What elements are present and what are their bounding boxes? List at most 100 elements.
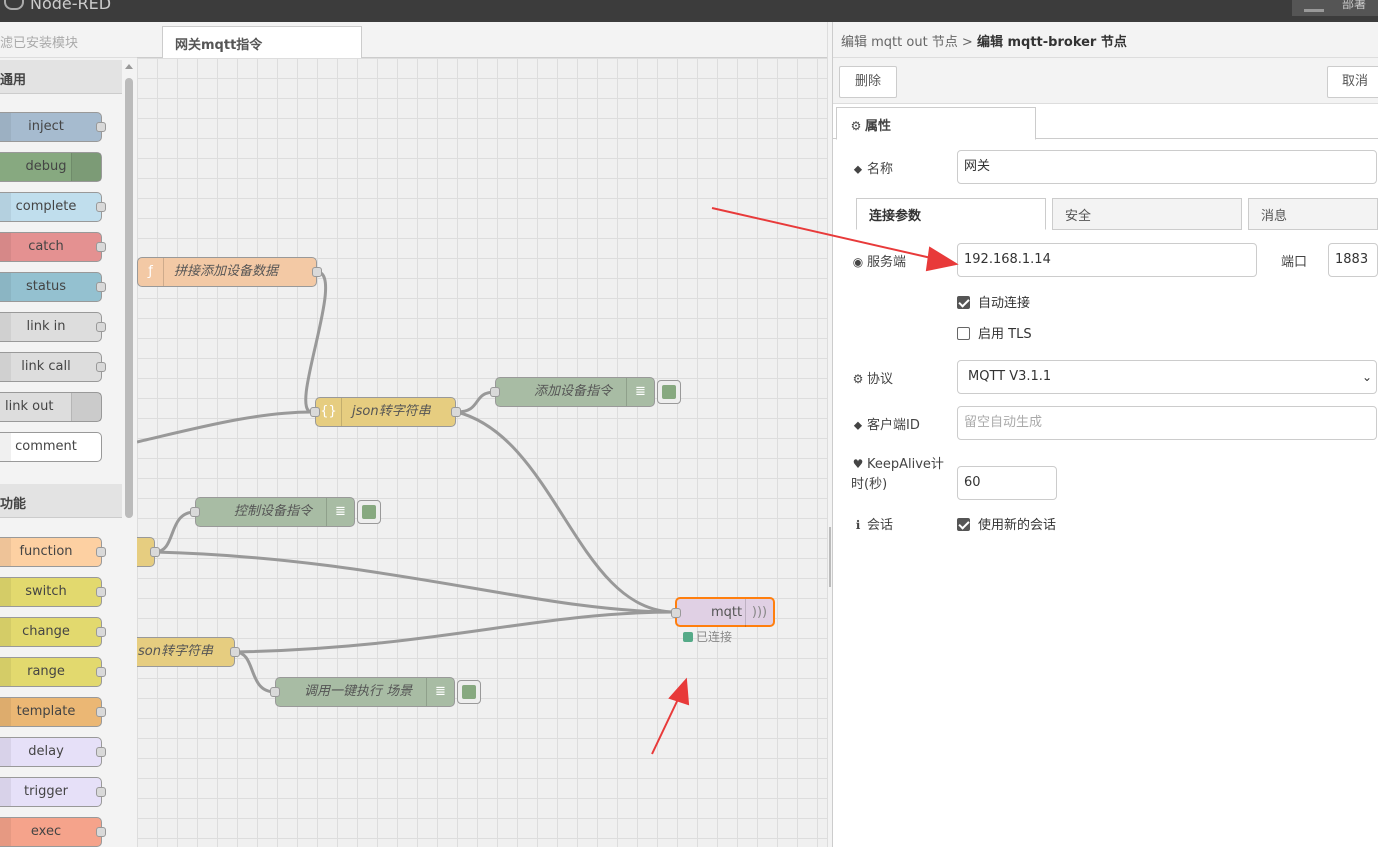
checkbox-label: 自动连接 xyxy=(978,296,1031,311)
input-port[interactable] xyxy=(270,687,280,697)
protocol-select[interactable]: MQTT V3.1.1 ⌄ xyxy=(957,360,1377,394)
complete-icon xyxy=(0,193,11,221)
debug-toggle-button[interactable] xyxy=(457,680,481,704)
inject-icon xyxy=(0,113,11,141)
palette-node-delay[interactable]: delay xyxy=(0,737,106,767)
node-label: range xyxy=(27,664,65,679)
palette-node-exec[interactable]: exec xyxy=(0,817,106,847)
input-port[interactable] xyxy=(190,507,200,517)
palette-node-function[interactable]: function xyxy=(0,537,106,567)
checkbox-checked-icon[interactable] xyxy=(957,296,970,309)
label-text: 服务端 xyxy=(867,255,907,270)
tab-security[interactable]: 安全 xyxy=(1052,198,1242,230)
trigger-icon xyxy=(0,778,11,806)
scroll-up-icon[interactable] xyxy=(125,64,133,69)
palette-category-function[interactable]: 功能 xyxy=(0,484,122,518)
output-port xyxy=(96,787,106,797)
breadcrumb-parent[interactable]: 编辑 mqtt out 节点 > xyxy=(841,35,973,50)
resize-grip-icon xyxy=(829,527,831,587)
node-label: function xyxy=(19,544,73,559)
keepalive-input[interactable]: 60 xyxy=(957,466,1057,500)
breadcrumb-current: 编辑 mqtt-broker 节点 xyxy=(976,35,1127,50)
output-port[interactable] xyxy=(312,267,322,277)
checkbox-unchecked-icon[interactable] xyxy=(957,327,970,340)
palette-node-change[interactable]: change xyxy=(0,617,106,647)
node-label: template xyxy=(16,704,76,719)
output-port[interactable] xyxy=(230,647,240,657)
globe-icon: ◉ xyxy=(852,255,864,269)
function-icon xyxy=(0,538,11,566)
debug-list-icon: ≣ xyxy=(426,678,454,706)
input-port[interactable] xyxy=(490,387,500,397)
node-label: change xyxy=(22,624,70,639)
template-icon xyxy=(0,698,11,726)
input-port[interactable] xyxy=(671,608,681,618)
output-port xyxy=(96,627,106,637)
tab-connection[interactable]: 连接参数 xyxy=(856,198,1046,230)
palette-node-trigger[interactable]: trigger xyxy=(0,777,106,807)
debug-toggle-button[interactable] xyxy=(657,380,681,404)
palette-node-inject[interactable]: inject xyxy=(0,112,106,142)
wire xyxy=(234,650,276,694)
debug-toggle-button[interactable] xyxy=(357,500,381,524)
tab-messages[interactable]: 消息 xyxy=(1248,198,1378,230)
output-port[interactable] xyxy=(150,547,160,557)
output-port[interactable] xyxy=(451,407,461,417)
tab-properties[interactable]: ⚙ 属性 xyxy=(836,107,1036,140)
palette-filter-input[interactable]: 滤已安装模块 xyxy=(0,22,137,58)
delay-icon xyxy=(0,738,11,766)
wire xyxy=(154,550,676,614)
flow-node-switch-partial[interactable] xyxy=(137,537,160,567)
scrollbar-thumb[interactable] xyxy=(125,78,133,518)
palette-node-status[interactable]: status xyxy=(0,272,106,302)
palette-node-template[interactable]: template xyxy=(0,697,106,727)
palette-scrollbar[interactable] xyxy=(122,58,137,847)
node-label: exec xyxy=(30,824,62,839)
clean-session-checkbox[interactable]: 使用新的会话 xyxy=(957,514,1056,533)
client-id-label: ⬥ 客户端ID xyxy=(851,414,920,433)
flow-node-debug-add[interactable]: 添加设备指令 ≣ xyxy=(490,377,681,407)
palette-node-link-call[interactable]: link call xyxy=(0,352,106,382)
cog-icon: ⚙ xyxy=(852,372,864,386)
palette-category-common[interactable]: 通用 xyxy=(0,60,122,94)
client-id-input[interactable]: 留空自动生成 xyxy=(957,406,1377,440)
node-label: link out xyxy=(5,399,54,414)
node-label: trigger xyxy=(24,784,68,799)
app-title: Node-RED xyxy=(30,0,112,13)
flow-workspace[interactable]: ƒ 拼接添加设备数据 {} json转字符串 添加设备指令 ≣ 控制设备指令 ≣ xyxy=(137,58,827,847)
flow-node-json[interactable]: {} json转字符串 xyxy=(310,397,461,427)
palette-node-link-out[interactable]: link out xyxy=(0,392,102,422)
editor-tabs: ⚙ 属性 xyxy=(833,105,1378,140)
deploy-icon xyxy=(1304,2,1324,12)
flow-node-function[interactable]: ƒ 拼接添加设备数据 xyxy=(137,257,322,287)
port-input[interactable]: 1883 xyxy=(1328,243,1378,277)
name-input[interactable]: 网关 xyxy=(957,150,1377,184)
palette-node-debug[interactable]: debug xyxy=(0,152,102,182)
flow-node-json-2[interactable]: son转字符串 xyxy=(137,637,240,667)
link-in-icon xyxy=(0,313,11,341)
palette-node-catch[interactable]: catch xyxy=(0,232,106,262)
output-port xyxy=(96,362,106,372)
delete-button[interactable]: 删除 xyxy=(839,66,897,98)
auto-connect-checkbox[interactable]: 自动连接 xyxy=(957,292,1030,311)
tls-checkbox[interactable]: 启用 TLS xyxy=(957,323,1032,342)
tab-gateway-mqtt[interactable]: 网关mqtt指令 xyxy=(162,26,362,59)
flow-node-mqtt-out[interactable]: mqtt ))) xyxy=(671,597,775,627)
link-out-icon xyxy=(71,393,101,421)
flow-node-debug-control[interactable]: 控制设备指令 ≣ xyxy=(190,497,381,527)
palette-node-range[interactable]: range xyxy=(0,657,106,687)
palette-node-switch[interactable]: switch xyxy=(0,577,106,607)
node-label: status xyxy=(26,279,66,294)
palette-node-link-in[interactable]: link in xyxy=(0,312,106,342)
palette-node-comment[interactable]: comment xyxy=(0,432,102,462)
deploy-button[interactable]: 部署 xyxy=(1292,0,1378,16)
palette-node-complete[interactable]: complete xyxy=(0,192,106,222)
status-icon xyxy=(0,273,11,301)
checkbox-checked-icon[interactable] xyxy=(957,518,970,531)
node-label: 拼接添加设备数据 xyxy=(174,264,279,279)
palette-filter-text: 滤已安装模块 xyxy=(0,36,79,51)
server-input[interactable]: 192.168.1.14 xyxy=(957,243,1257,277)
app-header: Node-RED 部署 xyxy=(0,0,1378,22)
cancel-button[interactable]: 取消 xyxy=(1327,66,1378,98)
flow-node-debug-scene[interactable]: 调用一键执行 场景 ≣ xyxy=(270,677,481,707)
